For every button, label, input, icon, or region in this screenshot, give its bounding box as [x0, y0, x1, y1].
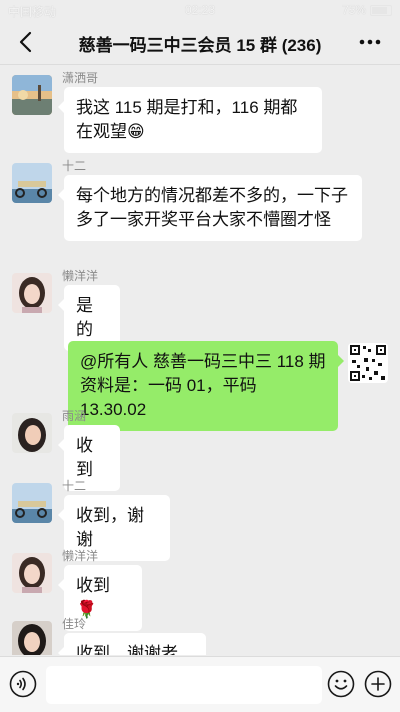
sender-name: 懒洋洋: [62, 549, 99, 563]
sender-name: 潇洒哥: [62, 71, 99, 85]
avatar[interactable]: [12, 553, 52, 593]
avatar[interactable]: [12, 483, 52, 523]
sender-name: 十二: [62, 159, 87, 173]
message-input[interactable]: [46, 666, 322, 704]
avatar[interactable]: [12, 413, 52, 453]
voice-icon: [9, 670, 37, 698]
message-bubble[interactable]: 每个地方的情况都差不多的，一下子多了一家开奖平台大家不懵圈才怪: [58, 175, 362, 241]
chat-header: 慈善一码三中三会员 15 群 (236): [0, 20, 400, 65]
input-bar: [0, 656, 400, 712]
sender-name: 佳玲: [62, 617, 87, 631]
emoji-icon: [327, 670, 355, 698]
voice-button[interactable]: [9, 670, 37, 698]
avatar[interactable]: [12, 621, 52, 655]
more-dots-icon: [359, 39, 381, 45]
message-bubble[interactable]: 收到，谢谢老板: [58, 633, 206, 655]
emoji-button[interactable]: [327, 670, 355, 698]
chat-title: 慈善一码三中三会员 15 群 (236): [78, 36, 322, 55]
battery-icon: [370, 5, 392, 16]
battery-percent: 75%: [341, 3, 366, 17]
avatar[interactable]: [12, 75, 52, 115]
more-button[interactable]: [352, 24, 388, 60]
message-list[interactable]: 潇洒哥 我这 115 期是打和，116 期都在观望😁 十二 每个地方的情况都差不…: [0, 65, 400, 655]
message-bubble[interactable]: @所有人 慈善一码三中三 118 期资料是：一码 01，平码 13.30.02: [68, 341, 344, 431]
sender-name: 雨涵: [62, 409, 87, 423]
avatar[interactable]: [12, 163, 52, 203]
avatar-qr-code[interactable]: [348, 343, 388, 383]
chevron-left-icon: [19, 31, 32, 53]
clock: 02:23: [184, 3, 216, 17]
more-actions-button[interactable]: [364, 670, 392, 698]
status-bar: 中国移动 02:23 75%: [0, 0, 400, 20]
plus-icon: [364, 670, 392, 698]
avatar[interactable]: [12, 273, 52, 313]
sender-name: 懒洋洋: [62, 269, 99, 283]
sender-name: 十二: [62, 479, 87, 493]
back-button[interactable]: [8, 24, 44, 60]
message-bubble[interactable]: 我这 115 期是打和，116 期都在观望😁: [58, 87, 322, 153]
